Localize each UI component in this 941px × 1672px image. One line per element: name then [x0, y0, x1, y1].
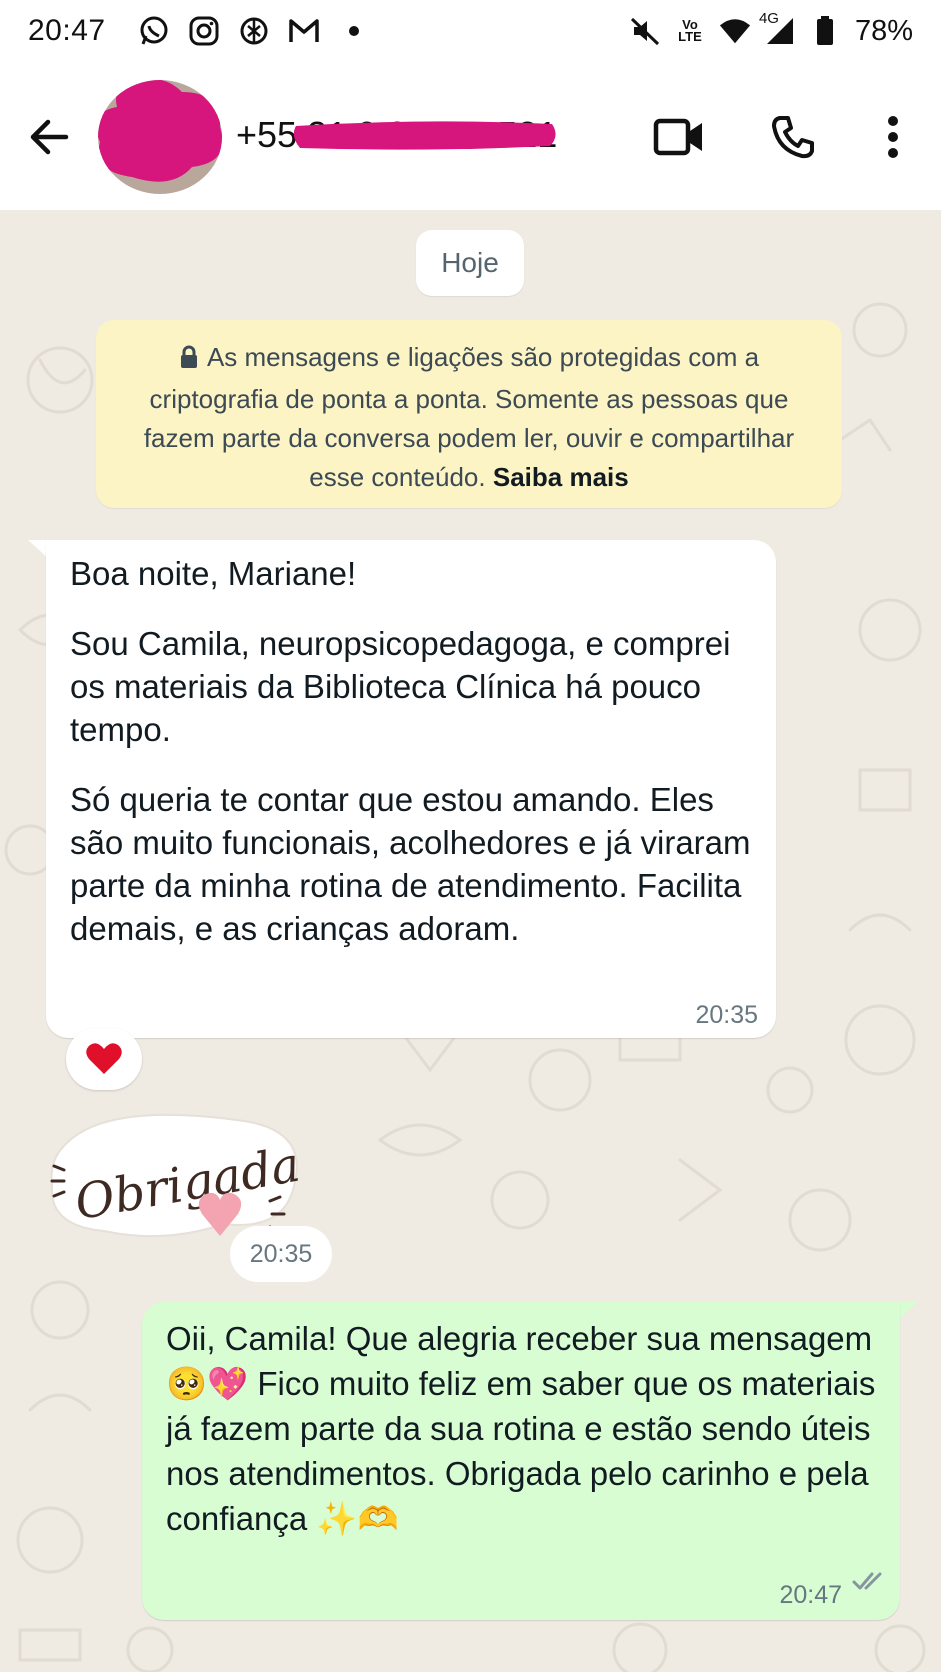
signal-icon: 4G: [759, 10, 795, 46]
heart-icon: [86, 1043, 122, 1074]
voice-call-icon: [772, 116, 814, 159]
whatsapp-icon: [138, 15, 170, 47]
mute-icon: [629, 15, 661, 47]
status-time: 20:47: [28, 14, 106, 47]
network-type: 4G: [758, 10, 779, 27]
video-call-button[interactable]: [652, 110, 706, 164]
battery-percent: 78%: [854, 14, 913, 47]
chat-area[interactable]: Hoje As mensagens e ligações são protegi…: [0, 210, 941, 1672]
incoming-message[interactable]: Boa noite, Mariane! Sou Camila, neuropsi…: [46, 540, 776, 1038]
date-chip: Hoje: [416, 230, 524, 296]
message-paragraph: Boa noite, Mariane!: [70, 555, 357, 592]
arrow-back-icon: [30, 119, 69, 155]
video-call-icon: [653, 118, 702, 156]
status-bar: 20:47 Vo LTE 4G 78%: [0, 0, 941, 62]
learn-more-link[interactable]: Saiba mais: [493, 462, 629, 492]
volte-label: Vo LTE: [678, 17, 702, 44]
double-check-icon: [852, 1572, 882, 1590]
avatar[interactable]: [98, 80, 222, 194]
wifi-icon: [719, 15, 751, 47]
message-paragraph: Sou Camila, neuropsicopedagoga, e compre…: [70, 625, 731, 748]
back-button[interactable]: [26, 114, 72, 160]
message-text: Oii, Camila! Que alegria receber sua men…: [166, 1320, 876, 1537]
message-paragraph: Só queria te contar que estou amando. El…: [70, 781, 751, 947]
outgoing-message[interactable]: Oii, Camila! Que alegria receber sua men…: [142, 1302, 900, 1620]
message-time: 20:35: [695, 1001, 758, 1029]
redaction-scribble: [98, 80, 222, 182]
sticker-time: 20:35: [230, 1226, 332, 1282]
voice-call-button[interactable]: [766, 110, 820, 164]
instagram-icon: [188, 15, 220, 47]
sticker-art: Obrigada: [50, 1113, 304, 1238]
encryption-text: As mensagens e ligações são protegidas c…: [143, 342, 795, 492]
reaction-badge[interactable]: [66, 1028, 142, 1090]
battery-icon: [809, 15, 841, 47]
threads-icon: [238, 15, 270, 47]
chat-header: +55 31 9 8700 4521: [0, 62, 941, 210]
dot-icon: [338, 15, 370, 47]
message-time: 20:47: [779, 1581, 842, 1609]
more-vert-icon: [888, 116, 898, 158]
more-options-button[interactable]: [866, 110, 920, 164]
sticker[interactable]: Obrigada: [44, 1106, 304, 1246]
lock-icon: [179, 341, 199, 380]
encryption-notice[interactable]: As mensagens e ligações são protegidas c…: [96, 320, 842, 508]
name-redaction: [293, 121, 556, 150]
gmail-icon: [288, 15, 320, 47]
